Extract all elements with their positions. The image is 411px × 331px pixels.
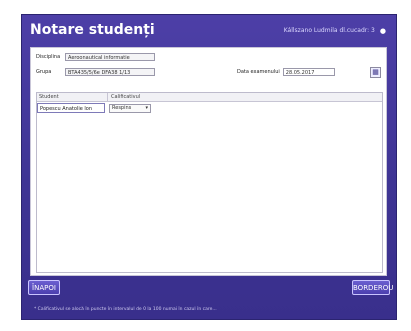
exam-date-input[interactable]: 28.05.2017 (282, 68, 335, 76)
group-field: BTA435/5/6e DFA38 1/13 (65, 68, 155, 76)
exam-date-label: Data examenului (237, 69, 280, 75)
app-window: Notare studenți Kállszano Ludmila dl.cuc… (21, 14, 397, 320)
user-name: Kállszano Ludmila dl.cucadr: 3 (283, 27, 375, 34)
table-row[interactable]: Popescu Anatolie lon Respins ▾ (37, 102, 382, 114)
grid-header: Student Calificativul (37, 93, 382, 102)
grade-select-value: Respins (112, 104, 132, 111)
column-student[interactable]: Student (37, 93, 108, 101)
column-grade[interactable]: Calificativul (108, 93, 140, 101)
calendar-icon[interactable]: ▦ (370, 67, 381, 78)
footnote: * Calificativul se alocă în puncte în in… (34, 307, 217, 312)
discipline-label: Disciplina (36, 54, 61, 60)
group-row: Grupa BTA435/5/6e DFA38 1/13 (36, 68, 155, 76)
group-label: Grupa (36, 69, 52, 75)
chevron-down-icon: ▾ (145, 104, 148, 111)
page-title: Notare studenți (30, 22, 155, 38)
user-icon[interactable]: ● (380, 27, 386, 34)
grade-select[interactable]: Respins ▾ (109, 103, 151, 113)
back-button[interactable]: ÎNAPOI (28, 280, 60, 295)
discipline-field: Aeroonautical informatie (65, 53, 155, 61)
students-grid: Student Calificativul Popescu Anatolie l… (36, 92, 383, 273)
discipline-row: Disciplina Aeroonautical informatie (36, 53, 155, 61)
exam-date-row: Data examenului 28.05.2017 (237, 68, 335, 76)
user-info[interactable]: Kállszano Ludmila dl.cucadr: 3 ● (284, 27, 386, 34)
borderou-button[interactable]: BORDEROU (352, 280, 393, 295)
main-panel: Disciplina Aeroonautical informatie Grup… (30, 47, 387, 276)
student-name-cell[interactable]: Popescu Anatolie lon (37, 103, 105, 113)
